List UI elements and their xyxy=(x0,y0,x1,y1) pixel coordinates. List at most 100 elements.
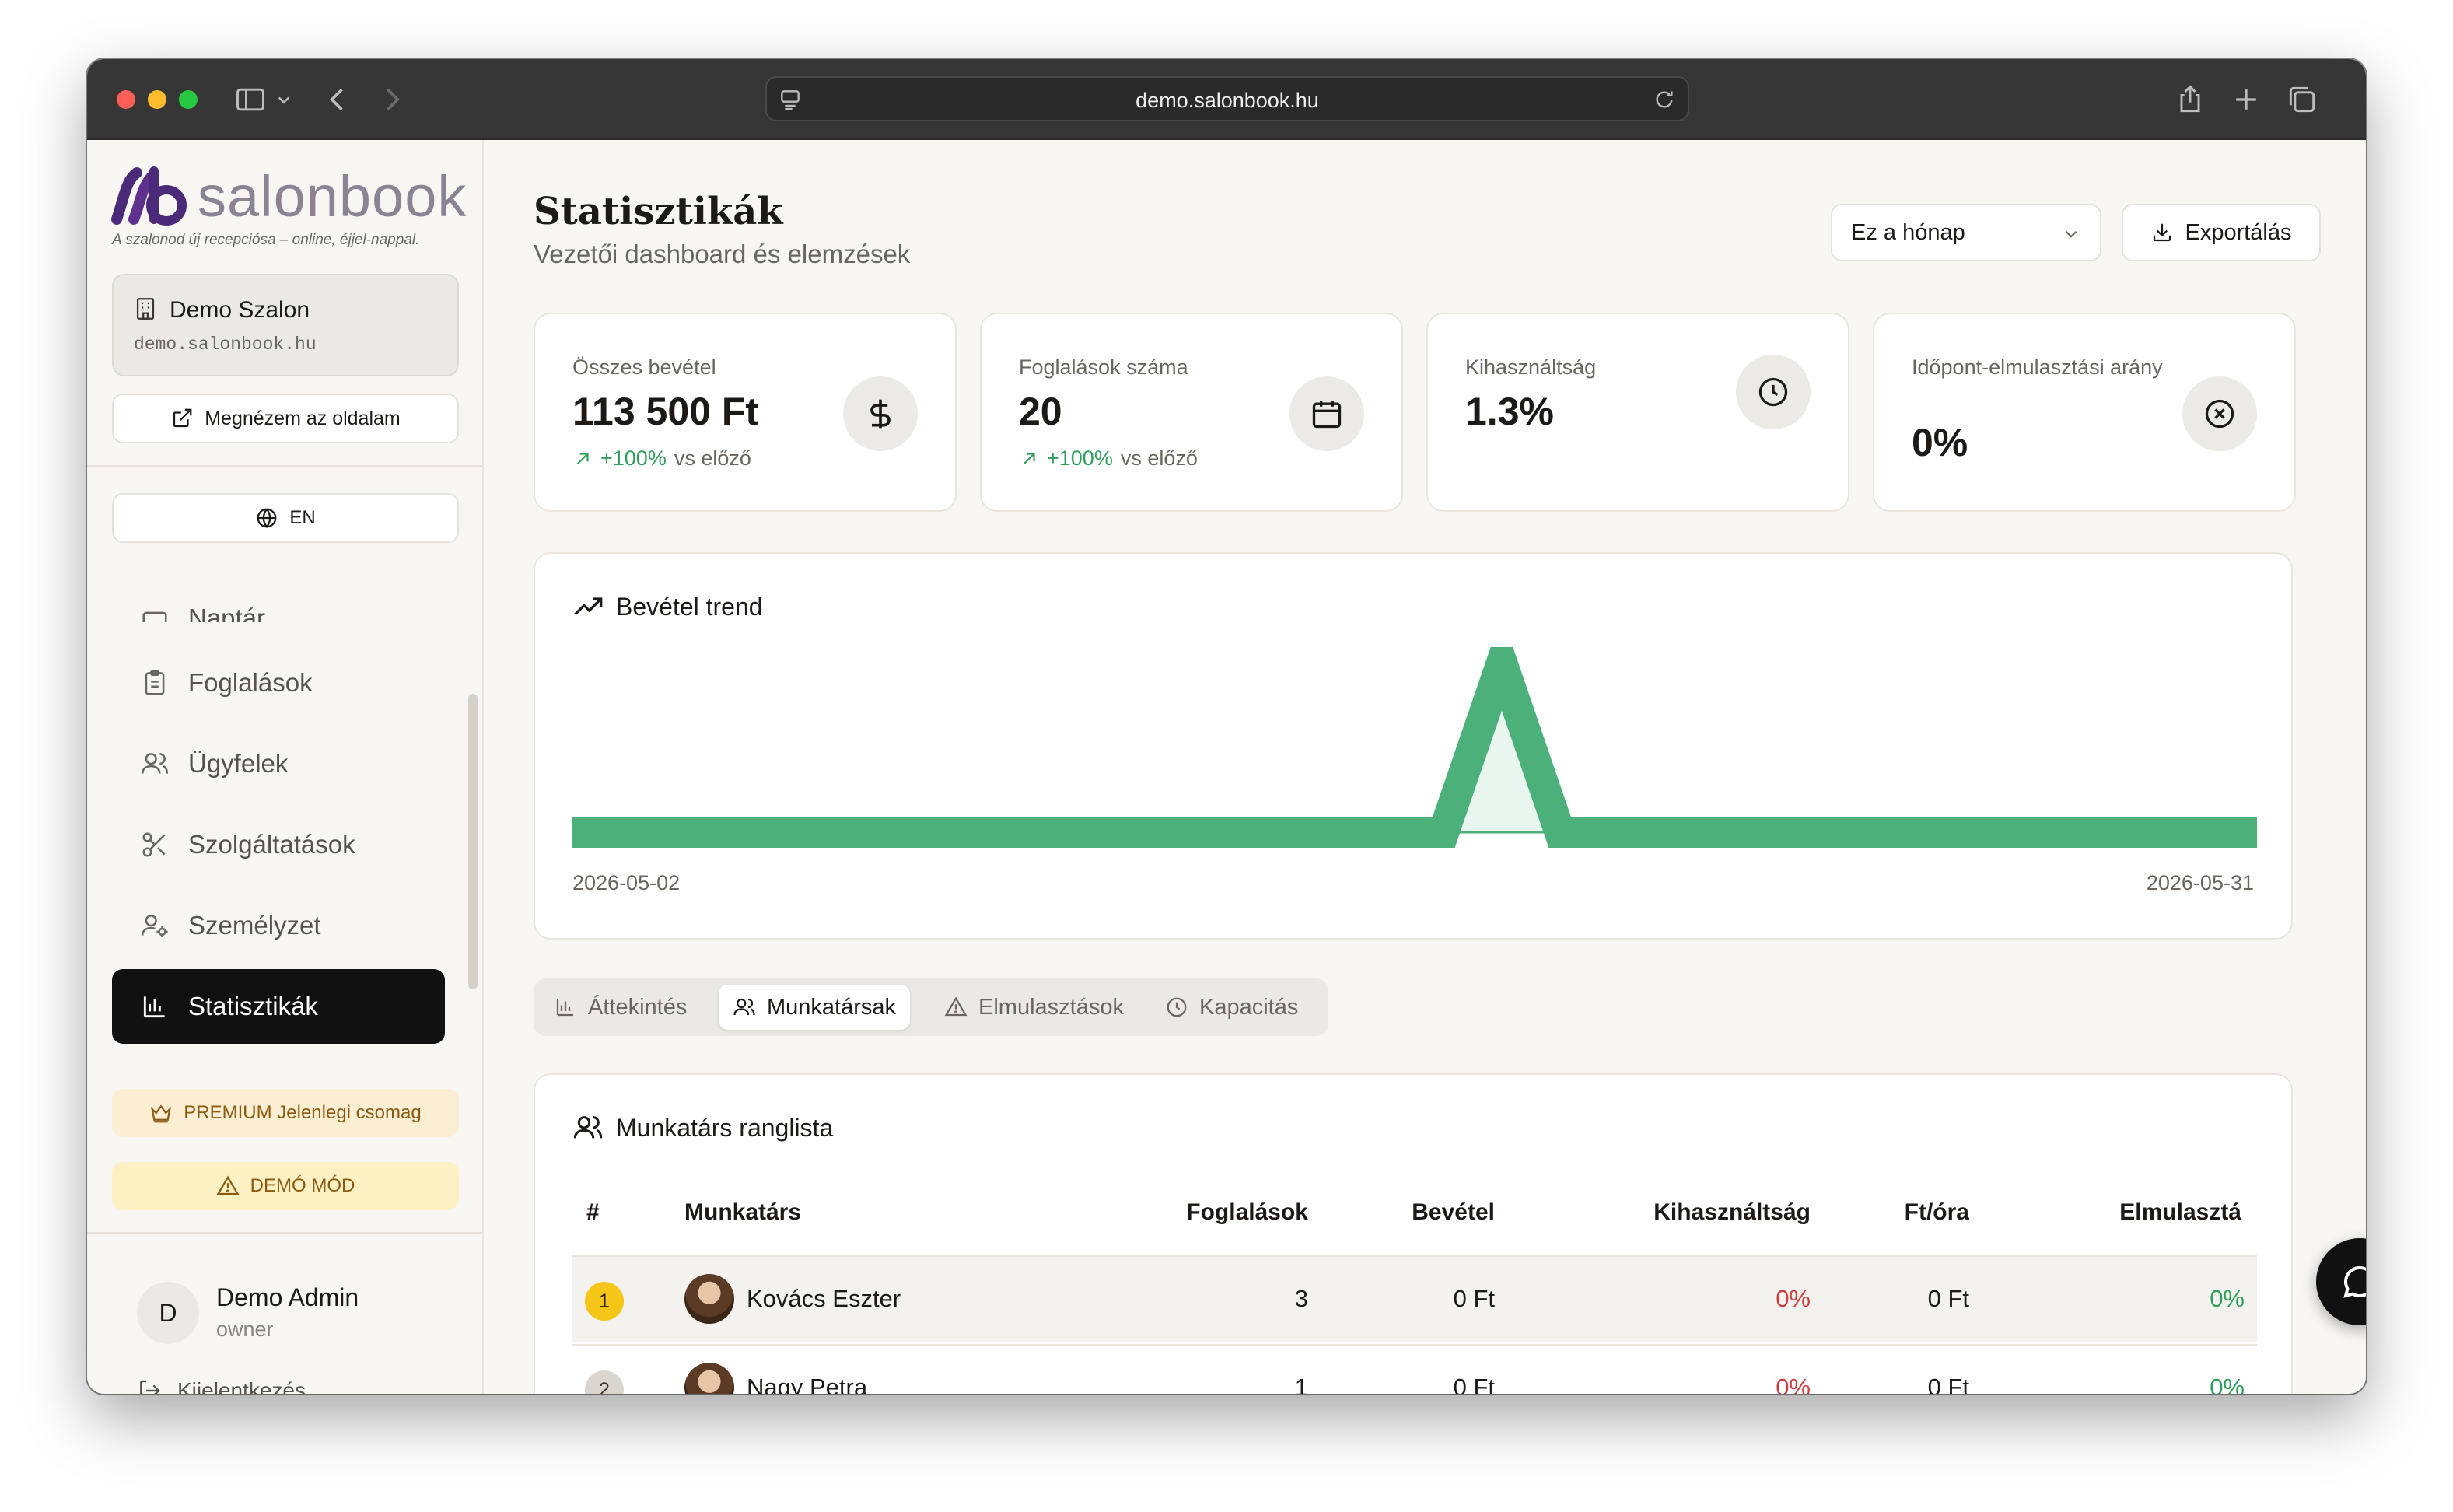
sidebar-item-label: Ügyfelek xyxy=(188,749,289,778)
kpi-value: 0% xyxy=(1912,421,1968,464)
sidebar-item-bookings[interactable]: Foglalások xyxy=(112,646,445,720)
reload-icon[interactable] xyxy=(1652,87,1677,112)
revenue-trend-chart xyxy=(572,647,2257,848)
trending-up-icon xyxy=(574,597,603,616)
utilization-cell: 0% xyxy=(1776,1285,1811,1312)
tab-staff[interactable]: Munkatársak xyxy=(719,985,911,1030)
back-icon[interactable] xyxy=(320,82,355,117)
export-button[interactable]: Exportálás xyxy=(2122,204,2321,261)
period-select[interactable]: Ez a hónap xyxy=(1831,204,2101,261)
bookings-cell: 1 xyxy=(1294,1374,1308,1394)
rank-badge: 1 xyxy=(585,1282,624,1321)
chevron-down-icon xyxy=(2065,230,2077,238)
minimize-window-button[interactable] xyxy=(148,90,166,109)
sidebar-item-calendar[interactable]: Naptár xyxy=(112,576,445,622)
main-content: Statisztikák Vezetői dashboard és elemzé… xyxy=(485,140,2366,1394)
revenue-area xyxy=(572,663,2257,832)
kpi-value: 113 500 Ft xyxy=(572,390,759,433)
address-bar[interactable]: demo.salonbook.hu xyxy=(765,76,1689,121)
tab-capacity[interactable]: Kapacitás xyxy=(1151,985,1312,1030)
kpi-trend: +100% vs előző xyxy=(572,446,751,471)
browser-toolbar: demo.salonbook.hu xyxy=(87,59,2366,140)
avatar: D xyxy=(137,1282,199,1344)
url-text: demo.salonbook.hu xyxy=(1136,89,1319,112)
crown-icon xyxy=(151,1104,172,1123)
noshow-cell: 0% xyxy=(2210,1285,2245,1312)
users-icon xyxy=(733,998,755,1016)
calendar-icon xyxy=(142,611,167,622)
sidebar-item-staff[interactable]: Személyzet xyxy=(112,888,445,963)
sidebar-item-services[interactable]: Szolgáltatások xyxy=(112,807,445,882)
page-title: Statisztikák xyxy=(534,190,783,233)
column-header-per-hour[interactable]: Ft/óra xyxy=(1905,1199,1969,1226)
column-header-staff[interactable]: Munkatárs xyxy=(684,1199,801,1226)
staff-name: Nagy Petra xyxy=(747,1374,868,1394)
kpi-label: Kihasználtság xyxy=(1465,355,1597,379)
tab-label: Munkatársak xyxy=(767,994,897,1020)
user-profile[interactable]: D Demo Admin owner xyxy=(137,1277,464,1347)
tagline: A szalonod új recepciósa – online, éjjel… xyxy=(112,232,420,248)
tab-noshows[interactable]: Elmulasztások xyxy=(930,985,1138,1030)
sidebar-toggle-icon[interactable] xyxy=(233,82,268,117)
globe-icon xyxy=(257,508,277,529)
brand-logo[interactable]: salonbook xyxy=(110,160,466,230)
sidebar-divider xyxy=(87,1232,482,1234)
zoom-window-button[interactable] xyxy=(179,90,198,109)
kpi-label: Foglalások száma xyxy=(1019,355,1188,379)
trend-up-icon xyxy=(1023,452,1035,464)
calendar-icon xyxy=(1289,376,1364,451)
desktop: demo.salonbook.hu salonbook A szalonod ú… xyxy=(0,0,2453,1512)
sidebar-scrollbar[interactable] xyxy=(468,694,478,989)
card-title: Bevétel trend xyxy=(572,591,763,622)
sidebar-item-label: Szolgáltatások xyxy=(188,830,355,859)
alert-triangle-icon xyxy=(216,1175,240,1195)
chevron-down-icon[interactable] xyxy=(272,82,296,117)
share-icon[interactable] xyxy=(2173,82,2207,117)
staff-avatar xyxy=(684,1363,734,1394)
period-select-value: Ez a hónap xyxy=(1851,219,1965,245)
column-header-rank[interactable]: # xyxy=(586,1199,600,1226)
tab-overview-icon[interactable] xyxy=(2285,82,2319,117)
per-hour-cell: 0 Ft xyxy=(1927,1374,1969,1394)
revenue-cell: 0 Ft xyxy=(1453,1285,1495,1312)
staff-leaderboard-card: Munkatárs ranglista # Munkatárs Foglalás… xyxy=(534,1073,2293,1394)
column-header-revenue[interactable]: Bevétel xyxy=(1412,1199,1495,1226)
x-axis-start-label: 2026-05-02 xyxy=(572,871,681,894)
sidebar-item-statistics[interactable]: Statisztikák xyxy=(112,969,445,1044)
per-hour-cell: 0 Ft xyxy=(1927,1285,1969,1312)
premium-plan-badge[interactable]: PREMIUM Jelenlegi csomag xyxy=(112,1089,459,1137)
kpi-card-utilization: Kihasználtság 1.3% xyxy=(1426,313,1849,512)
kpi-trend: +100% vs előző xyxy=(1019,446,1198,471)
dollar-icon xyxy=(843,376,918,451)
view-my-page-button[interactable]: Megnézem az oldalam xyxy=(112,394,459,443)
logout-icon xyxy=(140,1380,160,1394)
bookings-cell: 3 xyxy=(1294,1285,1308,1312)
table-row[interactable]: 1 Kovács Eszter 3 0 Ft 0% 0 Ft 0% xyxy=(572,1255,2257,1342)
tab-label: Kapacitás xyxy=(1199,994,1299,1020)
stats-tabs: Áttekintés Munkatársak Elmulasztások Kap… xyxy=(534,978,1328,1036)
logout-button[interactable]: Kijelentkezés xyxy=(137,1378,306,1394)
sidebar-item-clients[interactable]: Ügyfelek xyxy=(112,726,445,801)
users-icon xyxy=(573,1116,603,1139)
external-link-icon xyxy=(173,408,192,428)
sidebar-item-label: Statisztikák xyxy=(188,992,318,1020)
kpi-card-noshow: Időpont-elmulasztási arány 0% xyxy=(1873,313,2296,512)
bar-chart-icon xyxy=(143,996,165,1018)
column-header-noshow[interactable]: Elmulasztá xyxy=(2119,1199,2241,1226)
salon-card[interactable]: Demo Szalon demo.salonbook.hu xyxy=(112,274,459,376)
download-icon xyxy=(2154,223,2171,242)
language-switch-button[interactable]: EN xyxy=(112,493,459,543)
kpi-trend-value: +100% xyxy=(1047,446,1113,470)
forward-icon[interactable] xyxy=(375,82,409,117)
kpi-trend-rest: vs előző xyxy=(674,446,751,470)
users-icon xyxy=(141,753,169,774)
kpi-label: Időpont-elmulasztási arány xyxy=(1912,355,2163,379)
tab-overview[interactable]: Áttekintés xyxy=(540,985,701,1030)
table-row[interactable]: 2 Nagy Petra 1 0 Ft 0% 0 Ft 0% xyxy=(572,1344,2257,1394)
close-window-button[interactable] xyxy=(117,90,135,109)
column-header-utilization[interactable]: Kihasználtság xyxy=(1653,1199,1811,1226)
column-header-bookings[interactable]: Foglalások xyxy=(1186,1199,1308,1226)
kpi-trend-rest: vs előző xyxy=(1120,446,1198,470)
new-tab-icon[interactable] xyxy=(2229,82,2263,117)
kpi-value: 1.3% xyxy=(1465,390,1554,433)
